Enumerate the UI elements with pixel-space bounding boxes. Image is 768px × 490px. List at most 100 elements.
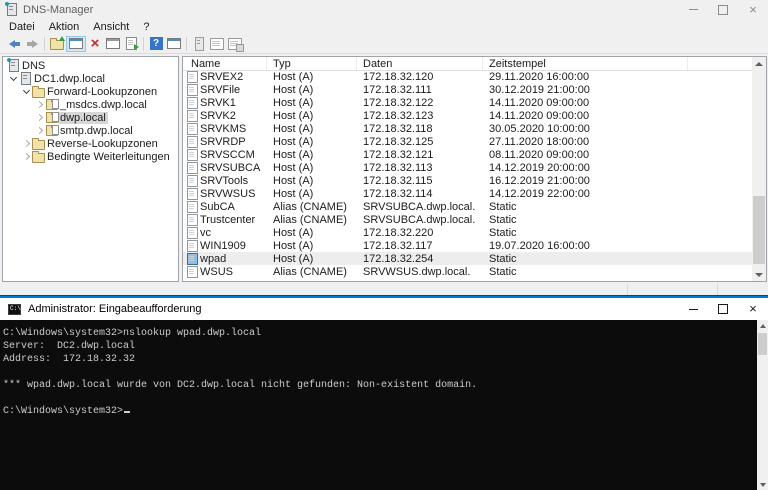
tree-item-reverse-lookupzonen[interactable]: Reverse-Lookupzonen bbox=[3, 137, 178, 150]
delete-icon[interactable]: × bbox=[86, 36, 104, 52]
chevron-collapsed-icon[interactable] bbox=[20, 152, 32, 160]
list-scrollbar[interactable] bbox=[752, 57, 766, 281]
record-data: 172.18.32.120 bbox=[363, 70, 434, 83]
menu-aktion[interactable]: Aktion bbox=[42, 19, 87, 34]
console-scrollbar[interactable] bbox=[757, 320, 768, 490]
window-controls: × bbox=[678, 0, 768, 19]
column-header-typ[interactable]: Typ bbox=[267, 57, 357, 70]
tree-item-msdcs-dwp-local[interactable]: _msdcs.dwp.local bbox=[3, 98, 178, 111]
console-output[interactable]: C:\Windows\system32>nslookup wpad.dwp.lo… bbox=[0, 320, 757, 490]
record-data: SRVWSUS.dwp.local. bbox=[363, 265, 471, 278]
record-icon bbox=[183, 161, 200, 174]
show-console-tree-icon[interactable] bbox=[66, 35, 86, 52]
scrollbar-thumb[interactable] bbox=[753, 196, 765, 264]
properties-icon[interactable] bbox=[104, 36, 122, 52]
record-data: 172.18.32.254 bbox=[363, 252, 434, 265]
export-list-icon[interactable] bbox=[122, 36, 140, 52]
server-toolbar-icon[interactable] bbox=[190, 36, 208, 52]
minimize-button[interactable] bbox=[678, 298, 708, 320]
close-button[interactable]: × bbox=[738, 0, 768, 19]
tree-item-dwp-local[interactable]: dwp.local bbox=[3, 111, 178, 124]
menu-datei[interactable]: Datei bbox=[2, 19, 42, 34]
record-type: Alias (CNAME) bbox=[273, 213, 347, 226]
scroll-up-icon[interactable] bbox=[757, 320, 768, 331]
column-header-daten[interactable]: Daten bbox=[357, 57, 483, 70]
chevron-collapsed-icon[interactable] bbox=[33, 113, 45, 121]
close-icon: × bbox=[749, 301, 757, 316]
chevron-expanded-icon[interactable] bbox=[20, 86, 32, 95]
menu-ansicht[interactable]: Ansicht bbox=[86, 19, 136, 34]
record-type: Host (A) bbox=[273, 96, 314, 109]
table-row-srvex2[interactable]: SRVEX2 Host (A) 172.18.32.120 29.11.2020 16… bbox=[183, 70, 752, 83]
table-row-srvtools[interactable]: SRVTools Host (A) 172.18.32.115 16.12.2019 … bbox=[183, 174, 752, 187]
record-rows: SRVEX2 Host (A) 172.18.32.120 29.11.2020 16… bbox=[183, 70, 752, 281]
record-icon bbox=[183, 174, 200, 187]
close-icon: × bbox=[749, 1, 757, 17]
table-row-subca[interactable]: SubCA Alias (CNAME) SRVSUBCA.dwp.local. Sta… bbox=[183, 200, 752, 213]
cmd-title-bar[interactable]: C:\ Administrator: Eingabeaufforderung × bbox=[0, 298, 768, 320]
table-row-srvk1[interactable]: SRVK1 Host (A) 172.18.32.122 14.11.2020 09:… bbox=[183, 96, 752, 109]
table-row-wsus[interactable]: WSUS Alias (CNAME) SRVWSUS.dwp.local. Stati… bbox=[183, 265, 752, 278]
record-timestamp: 30.12.2019 21:00:00 bbox=[489, 83, 590, 96]
minimize-button[interactable] bbox=[678, 0, 708, 19]
scroll-down-icon[interactable] bbox=[752, 268, 766, 281]
chevron-collapsed-icon[interactable] bbox=[33, 100, 45, 108]
tree-item-forward-lookupzonen[interactable]: Forward-Lookupzonen bbox=[3, 85, 178, 98]
record-name: SRVSUBCA bbox=[200, 161, 261, 174]
menu-help[interactable]: ? bbox=[136, 19, 156, 34]
table-row-srvkms[interactable]: SRVKMS Host (A) 172.18.32.118 30.05.2020 10… bbox=[183, 122, 752, 135]
record-data: SRVSUBCA.dwp.local. bbox=[363, 213, 476, 226]
status-divider bbox=[717, 284, 718, 295]
chevron-collapsed-icon[interactable] bbox=[33, 126, 45, 134]
record-icon bbox=[183, 70, 200, 83]
table-row-win1909[interactable]: WIN1909 Host (A) 172.18.32.117 19.07.2020 1… bbox=[183, 239, 752, 252]
table-row-srvsubca[interactable]: SRVSUBCA Host (A) 172.18.32.113 14.12.2019 … bbox=[183, 161, 752, 174]
scroll-up-icon[interactable] bbox=[752, 57, 766, 70]
tree-item-dc1-dwp-local[interactable]: DC1.dwp.local bbox=[3, 72, 178, 85]
dns-title-bar[interactable]: DNS-Manager × bbox=[0, 0, 768, 19]
list-toolbar-icon[interactable] bbox=[208, 36, 226, 52]
help-icon[interactable]: ? bbox=[147, 36, 165, 52]
column-header-name[interactable]: Name bbox=[183, 57, 267, 70]
record-type: Host (A) bbox=[273, 174, 314, 187]
table-row-trustcenter[interactable]: Trustcenter Alias (CNAME) SRVSUBCA.dwp.loc… bbox=[183, 213, 752, 226]
table-row-vc[interactable]: vc Host (A) 172.18.32.220 Static bbox=[183, 226, 752, 239]
back-icon[interactable] bbox=[5, 36, 23, 52]
chevron-expanded-icon[interactable] bbox=[7, 73, 19, 82]
record-name: WIN1909 bbox=[200, 239, 246, 252]
menu-bar: Datei Aktion Ansicht ? bbox=[0, 19, 768, 34]
scrollbar-thumb[interactable] bbox=[758, 333, 767, 355]
column-header-zeitstempel[interactable]: Zeitstempel bbox=[483, 57, 688, 70]
table-row-wpad[interactable]: wpad Host (A) 172.18.32.254 Static bbox=[183, 252, 752, 265]
chevron-collapsed-icon[interactable] bbox=[20, 139, 32, 147]
record-data: 172.18.32.117 bbox=[363, 239, 433, 252]
close-button[interactable]: × bbox=[738, 298, 768, 320]
table-row-srvwsus[interactable]: SRVWSUS Host (A) 172.18.32.114 14.12.2019 2… bbox=[183, 187, 752, 200]
console-line: C:\Windows\system32>nslookup wpad.dwp.lo… bbox=[3, 328, 262, 339]
maximize-button[interactable] bbox=[708, 298, 738, 320]
copy-list-toolbar-icon[interactable] bbox=[226, 36, 244, 52]
tree-item-bedingte-weiterleitungen[interactable]: Bedingte Weiterleitungen bbox=[3, 150, 178, 163]
scroll-down-icon[interactable] bbox=[757, 479, 768, 490]
record-type: Host (A) bbox=[273, 161, 314, 174]
window-title: DNS-Manager bbox=[23, 3, 94, 16]
forward-icon[interactable] bbox=[23, 36, 41, 52]
tree-item-dns[interactable]: DNS bbox=[3, 58, 178, 72]
table-row-srvk2[interactable]: SRVK2 Host (A) 172.18.32.123 14.11.2020 09:… bbox=[183, 109, 752, 122]
record-icon bbox=[183, 109, 200, 122]
table-row-srvsccm[interactable]: SRVSCCM Host (A) 172.18.32.121 08.11.2020 0… bbox=[183, 148, 752, 161]
tree-item-smtp-dwp-local[interactable]: smtp.dwp.local bbox=[3, 124, 178, 137]
record-timestamp: 14.11.2020 09:00:00 bbox=[489, 109, 590, 122]
record-data: 172.18.32.113 bbox=[363, 161, 433, 174]
up-one-level-icon[interactable] bbox=[48, 36, 66, 52]
tree-item-label: dwp.local bbox=[58, 111, 108, 124]
record-timestamp: Static bbox=[489, 200, 517, 213]
table-row-srvfile[interactable]: SRVFile Host (A) 172.18.32.111 30.12.2019 2… bbox=[183, 83, 752, 96]
record-timestamp: 19.07.2020 16:00:00 bbox=[489, 239, 590, 252]
record-type: Host (A) bbox=[273, 187, 314, 200]
record-icon bbox=[183, 265, 200, 278]
window-list-icon[interactable] bbox=[165, 36, 183, 52]
table-row-srvrdp[interactable]: SRVRDP Host (A) 172.18.32.125 27.11.2020 18… bbox=[183, 135, 752, 148]
tree-item-label: Bedingte Weiterleitungen bbox=[47, 150, 170, 163]
maximize-button[interactable] bbox=[708, 0, 738, 19]
